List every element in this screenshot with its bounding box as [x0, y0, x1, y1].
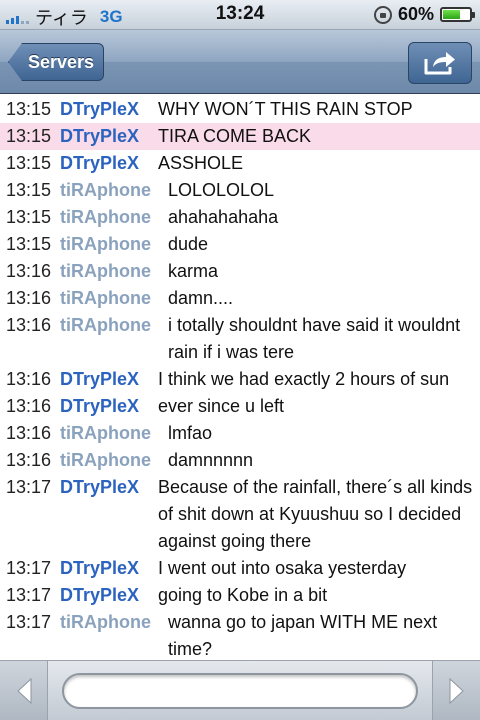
chat-message-row: 13:16 tiRAphone i totally shouldnt have sa…: [0, 312, 480, 366]
next-button[interactable]: [432, 661, 480, 720]
battery-icon: [440, 7, 475, 22]
message-text: I went out into osaka yesterday: [158, 558, 407, 578]
message-nick[interactable]: tiRAphone: [60, 285, 151, 312]
chat-message-row: 13:16 tiRAphone damnnnnn: [0, 447, 480, 474]
message-nick[interactable]: DTryPleX: [60, 123, 139, 150]
message-nick[interactable]: DTryPleX: [60, 366, 139, 393]
status-bar: ティラ 3G 13:24 60%: [0, 0, 480, 30]
message-text: ahahahahaha: [168, 207, 279, 227]
message-nick[interactable]: DTryPleX: [60, 582, 139, 609]
message-text: wanna go to japan WITH ME next time?: [168, 612, 438, 659]
bottom-toolbar: [0, 660, 480, 720]
navigation-bar: Servers: [0, 30, 480, 94]
chat-message-row: 13:15 tiRAphone ahahahahaha: [0, 204, 480, 231]
message-text: ASSHOLE: [158, 153, 244, 173]
message-time: 13:15: [6, 234, 52, 254]
message-nick[interactable]: DTryPleX: [60, 474, 139, 501]
chat-message-row: 13:15 tiRAphone LOLOLOLOL: [0, 177, 480, 204]
chat-message-row: 13:16 tiRAphone karma: [0, 258, 480, 285]
message-time: 13:16: [6, 288, 52, 308]
message-time: 13:17: [6, 612, 52, 632]
chat-message-row: 13:17 DTryPleX Because of the rainfall, th…: [0, 474, 480, 555]
message-time: 13:16: [6, 369, 52, 389]
message-nick[interactable]: tiRAphone: [60, 258, 151, 285]
message-nick[interactable]: tiRAphone: [60, 312, 151, 339]
chat-message-row: 13:17 tiRAphone wanna go to japan WITH ME …: [0, 609, 480, 660]
message-nick[interactable]: tiRAphone: [60, 177, 151, 204]
message-nick[interactable]: DTryPleX: [60, 96, 139, 123]
chat-message-row: 13:17 DTryPleX I went out into osaka yeste…: [0, 555, 480, 582]
chat-message-row: 13:15 DTryPleX TIRA COME BACK: [0, 123, 480, 150]
chat-message-row: 13:16 DTryPleX I think we had exactly 2 ho…: [0, 366, 480, 393]
message-input[interactable]: [62, 673, 418, 709]
message-text: LOLOLOLOL: [168, 180, 275, 200]
message-nick[interactable]: tiRAphone: [60, 231, 151, 258]
chat-message-row: 13:16 DTryPleX ever since u left: [0, 393, 480, 420]
message-text: going to Kobe in a bit: [158, 585, 328, 605]
right-arrow-icon: [449, 677, 464, 705]
message-nick[interactable]: tiRAphone: [60, 447, 151, 474]
message-nick[interactable]: DTryPleX: [60, 150, 139, 177]
message-text: damnnnnn: [168, 450, 254, 470]
left-arrow-icon: [16, 677, 31, 705]
message-time: 13:16: [6, 396, 52, 416]
message-nick[interactable]: tiRAphone: [60, 609, 151, 636]
message-text: karma: [168, 261, 219, 281]
share-icon: [424, 52, 455, 75]
message-time: 13:17: [6, 477, 52, 497]
message-time: 13:16: [6, 450, 52, 470]
chat-message-row: 13:15 DTryPleX WHY WON´T THIS RAIN STOP: [0, 96, 480, 123]
message-nick[interactable]: DTryPleX: [60, 555, 139, 582]
back-button-label: Servers: [27, 51, 95, 72]
servers-back-button[interactable]: Servers: [8, 43, 104, 81]
message-time: 13:17: [6, 558, 52, 578]
message-time: 13:15: [6, 99, 52, 119]
message-text: damn....: [168, 288, 234, 308]
message-text: TIRA COME BACK: [158, 126, 312, 146]
message-nick[interactable]: tiRAphone: [60, 204, 151, 231]
message-nick[interactable]: tiRAphone: [60, 420, 151, 447]
status-right: 60%: [373, 4, 475, 25]
message-time: 13:17: [6, 585, 52, 605]
message-text: I think we had exactly 2 hours of sun: [158, 369, 450, 389]
message-time: 13:15: [6, 180, 52, 200]
chat-message-row: 13:15 DTryPleX ASSHOLE: [0, 150, 480, 177]
share-button[interactable]: [408, 42, 472, 84]
message-text: i totally shouldnt have said it wouldnt …: [168, 315, 461, 362]
rotation-lock-icon: [373, 5, 392, 24]
message-text: Because of the rainfall, there´s all kin…: [158, 477, 473, 551]
message-nick[interactable]: DTryPleX: [60, 393, 139, 420]
message-time: 13:16: [6, 261, 52, 281]
message-text: ever since u left: [158, 396, 285, 416]
message-time: 13:15: [6, 207, 52, 227]
message-time: 13:15: [6, 126, 52, 146]
chat-message-row: 13:15 tiRAphone dude: [0, 231, 480, 258]
battery-percent: 60%: [397, 4, 434, 24]
message-text: lmfao: [168, 423, 213, 443]
chat-message-row: 13:16 tiRAphone lmfao: [0, 420, 480, 447]
message-text: dude: [168, 234, 209, 254]
message-time: 13:16: [6, 315, 52, 335]
message-time: 13:15: [6, 153, 52, 173]
previous-button[interactable]: [0, 661, 48, 720]
chat-message-row: 13:17 DTryPleX going to Kobe in a bit: [0, 582, 480, 609]
message-time: 13:16: [6, 423, 52, 443]
chat-message-row: 13:16 tiRAphone damn....: [0, 285, 480, 312]
chat-log[interactable]: 13:15 DTryPleX WHY WON´T THIS RAIN STOP 13:…: [0, 96, 480, 660]
message-text: WHY WON´T THIS RAIN STOP: [158, 99, 413, 119]
